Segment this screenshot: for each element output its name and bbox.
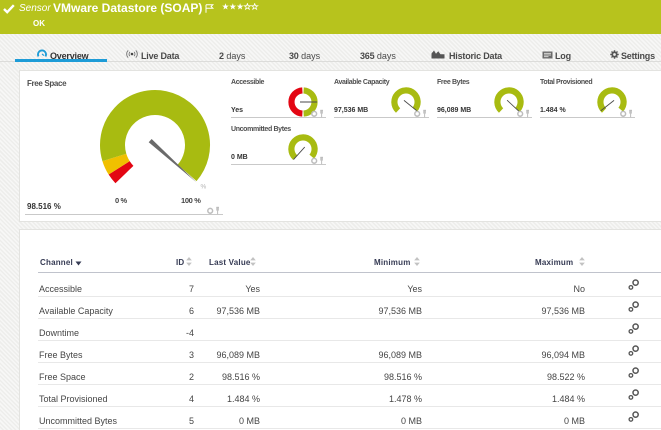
svg-text:%: % bbox=[201, 184, 207, 191]
